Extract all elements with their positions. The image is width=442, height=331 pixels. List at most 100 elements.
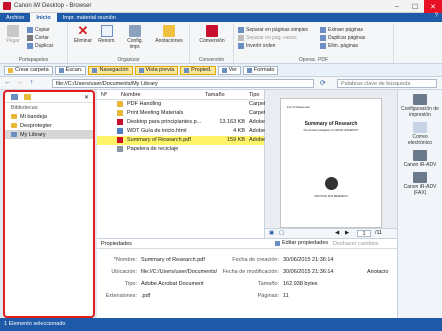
tab-inicio[interactable]: Inicio <box>30 13 57 22</box>
library-icon[interactable] <box>11 94 18 100</box>
close-pane-icon[interactable]: ✕ <box>84 94 89 101</box>
col-size[interactable]: Tamaño <box>205 92 225 98</box>
address-bar: ← → ↑ file://C:/Users/user/Documents/My … <box>0 77 442 90</box>
annotations-button[interactable]: Anotaciones <box>152 25 186 44</box>
table-row[interactable]: Desktop para principiantes.p... 13.163 K… <box>97 118 265 127</box>
tab-impr-material[interactable]: Impr. material reunión <box>57 13 122 22</box>
format-dropdown[interactable]: Formato <box>242 65 279 75</box>
rename-icon <box>101 25 113 37</box>
first-page-icon[interactable]: ▣ <box>269 230 274 236</box>
scan-button[interactable]: Escan. <box>54 65 87 75</box>
edit-properties-button[interactable]: Editar propiedades <box>275 240 328 246</box>
recycle-bin-icon <box>117 146 123 152</box>
row-name: Summary of Research.pdf <box>127 137 191 143</box>
create-folder-button[interactable]: Crear carpeta <box>4 65 53 75</box>
preview-title: Summary of Research <box>304 121 358 127</box>
print-settings-tool[interactable]: Configuración de impresión <box>401 94 439 118</box>
printer-icon <box>413 94 427 105</box>
delete-pages-button[interactable]: Elim. páginas <box>320 42 358 49</box>
row-size: 159 KB <box>226 137 245 143</box>
tree-item-my-library[interactable]: My Library <box>5 130 93 139</box>
row-type: Adobe <box>249 137 265 143</box>
conversion-button[interactable]: Conversión <box>196 25 228 44</box>
help-icon[interactable]: ? <box>435 13 438 22</box>
search-input[interactable]: Palabras clave de búsqueda <box>337 79 437 88</box>
split-multi-button[interactable]: Separar en pág. varias <box>238 34 297 41</box>
properties-toggle[interactable]: Propied. <box>180 65 216 75</box>
tree-item-desprotegter[interactable]: Desprotegter <box>5 121 93 130</box>
row-name: Print Meeting Materials <box>127 110 184 116</box>
forward-arrow-icon[interactable]: → <box>16 79 23 86</box>
table-row-selected[interactable]: Summary of Research.pdf 159 KB Adobe <box>97 136 265 145</box>
row-type: Adobe <box>249 119 265 125</box>
prop-label: Fecha de creación: <box>232 257 279 263</box>
row-size: 13.163 KB <box>219 119 245 125</box>
fax-ir-adv-tool[interactable]: Canon iR-ADV (FAX) <box>401 172 439 196</box>
extract-pages-button[interactable]: Extraer páginas <box>320 26 363 33</box>
address-input[interactable]: file://C:/Users/user/Documents/My Librar… <box>52 79 314 88</box>
prop-value-created: 30/06/2015 21:36:14 <box>283 257 334 263</box>
group-label-portapapeles: Portapapeles <box>18 57 49 63</box>
minimize-button[interactable]: – <box>388 0 406 13</box>
navigation-toggle[interactable]: Navegación <box>88 65 133 75</box>
discard-changes-button[interactable]: Deshacer cambios <box>333 241 379 247</box>
print-settings-button[interactable]: Config. impr. <box>124 25 146 50</box>
col-number[interactable]: Nº <box>101 92 107 98</box>
annotations-icon <box>163 25 175 37</box>
fit-page-icon[interactable]: ▢ <box>279 230 284 236</box>
group-conversion: Conversión Conversión <box>190 23 234 63</box>
duplicate-pages-button[interactable]: Duplicar páginas <box>320 34 365 41</box>
tree-item-mi-bandeja[interactable]: Mi bandeja <box>5 112 93 121</box>
prev-page-icon[interactable]: ◀ <box>335 230 339 236</box>
printer-ir-adv-tool[interactable]: Canon iR-ADV <box>401 150 439 168</box>
col-type[interactable]: Tipo <box>249 92 260 98</box>
cut-button[interactable]: Cortar <box>27 34 49 41</box>
split-single-button[interactable]: Separar en páginas simples <box>238 26 308 33</box>
table-row[interactable]: Print Meeting Materials Carpet <box>97 109 265 118</box>
tree-item-label: Desprotegter <box>20 122 52 129</box>
reverse-order-button[interactable]: Invertir orden <box>238 42 275 49</box>
close-button[interactable]: ✕ <box>424 0 442 13</box>
prop-value-modified: 30/06/2015 21:36:14 <box>283 269 334 275</box>
preview-toggle[interactable]: Vista previa <box>134 65 179 75</box>
tool-label: Configuración de impresión <box>401 106 439 118</box>
col-name[interactable]: Nombre <box>121 92 141 98</box>
refresh-icon[interactable]: ⟳ <box>320 79 326 87</box>
row-name: WDT Guía de inicio.html <box>127 128 187 134</box>
properties-pane: Propiedades Editar propiedades Deshacer … <box>97 238 397 318</box>
table-row[interactable]: Papelera de reciclaje <box>97 145 264 154</box>
next-page-icon[interactable]: ▶ <box>345 230 349 236</box>
folder-icon <box>117 110 123 116</box>
up-arrow-icon[interactable]: ↑ <box>30 79 34 86</box>
group-label-operac: Operac. PDF <box>298 57 329 63</box>
view-dropdown[interactable]: Ver <box>217 65 241 75</box>
copy-label: Copiar <box>35 26 50 33</box>
preview-icon <box>138 67 144 73</box>
rename-button[interactable]: Renom. <box>96 25 118 44</box>
edit-properties-label: Editar propiedades <box>282 240 329 246</box>
duplicate-pages-icon <box>320 34 326 41</box>
table-row[interactable]: PDF Handling Carpet <box>97 100 265 109</box>
add-library-icon[interactable] <box>24 94 31 100</box>
paste-label: Pegar <box>6 38 20 44</box>
pdf-file-icon <box>117 137 123 143</box>
envelope-icon <box>413 122 427 133</box>
tab-archivo[interactable]: Archivo <box>0 13 30 22</box>
preview-page-bar: ▣ ▢ ◀ ▶ 1 /11 <box>265 228 397 238</box>
properties-label: Propied. <box>191 67 212 73</box>
tool-label: Correo electrónico <box>407 134 433 146</box>
navigation-label: Navegación <box>99 67 129 73</box>
paste-button[interactable]: Pegar <box>2 25 24 44</box>
table-row[interactable]: WDT Guía de inicio.html 4 KB Adobe <box>97 127 265 136</box>
copy-button[interactable]: Copiar <box>27 26 50 33</box>
maximize-button[interactable]: ☐ <box>406 0 424 13</box>
page-number-input[interactable]: 1 <box>357 230 371 237</box>
duplicate-button[interactable]: Duplicar <box>27 42 53 49</box>
delete-button[interactable]: ✕ Eliminar <box>72 24 94 44</box>
create-folder-label: Crear carpeta <box>15 67 49 73</box>
extract-pages-icon <box>320 26 326 33</box>
back-arrow-icon[interactable]: ← <box>4 79 11 86</box>
university-seal-icon <box>325 177 338 190</box>
prop-value-name[interactable]: Summary of Research.pdf <box>141 257 205 263</box>
email-tool[interactable]: Correo electrónico <box>401 122 439 146</box>
